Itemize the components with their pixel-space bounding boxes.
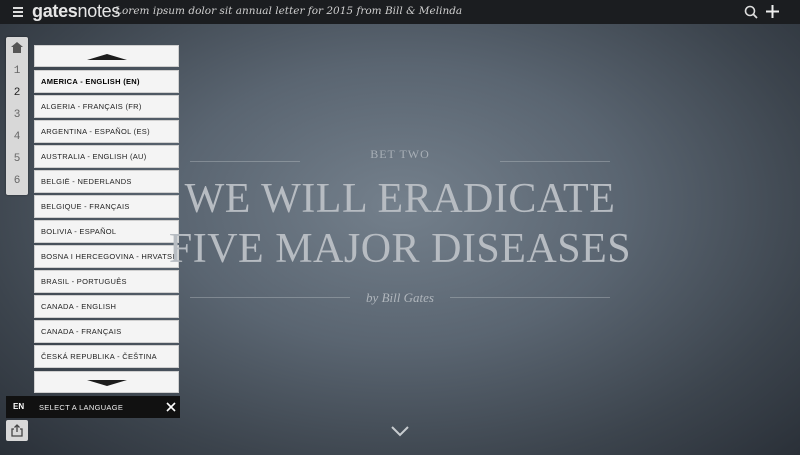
language-option[interactable]: CANADA - FRANÇAIS bbox=[34, 320, 179, 343]
language-option[interactable]: ČESKÁ REPUBLIKA - ČEŠTINA bbox=[34, 345, 179, 368]
headline-line: WE WILL ERADICATE bbox=[184, 176, 616, 222]
language-option[interactable]: AUSTRALIA - ENGLISH (AU) bbox=[34, 145, 179, 168]
language-selector-bar[interactable]: EN SELECT A LANGUAGE bbox=[6, 396, 180, 418]
language-option[interactable]: ARGENTINA - ESPAÑOL (ES) bbox=[34, 120, 179, 143]
language-option[interactable]: AMERICA - ENGLISH (EN) bbox=[34, 70, 179, 93]
rail-page-2[interactable]: 2 bbox=[6, 87, 28, 99]
home-icon[interactable] bbox=[11, 42, 23, 53]
author-byline: by Bill Gates bbox=[366, 290, 434, 305]
rail-page-4[interactable]: 4 bbox=[6, 131, 28, 143]
headline-line: FIVE MAJOR DISEASES bbox=[168, 226, 632, 272]
share-button[interactable] bbox=[6, 420, 28, 441]
language-scroll-down-button[interactable] bbox=[34, 371, 179, 393]
plus-icon[interactable] bbox=[765, 4, 780, 19]
chevron-down-icon[interactable] bbox=[391, 425, 409, 437]
section-eyebrow: BET TWO bbox=[370, 147, 430, 161]
share-icon bbox=[11, 424, 23, 437]
language-scroll-up-button[interactable] bbox=[34, 45, 179, 67]
rail-page-3[interactable]: 3 bbox=[6, 109, 28, 121]
divider-line bbox=[500, 161, 610, 162]
rail-page-6[interactable]: 6 bbox=[6, 175, 28, 187]
hamburger-menu-icon[interactable] bbox=[13, 7, 23, 17]
current-language-code: EN bbox=[13, 402, 25, 411]
language-option[interactable]: ALGERIA - FRANÇAIS (FR) bbox=[34, 95, 179, 118]
site-logo[interactable]: gatesnotes bbox=[32, 1, 120, 22]
language-option[interactable]: CANADA - ENGLISH bbox=[34, 295, 179, 318]
rail-page-1[interactable]: 1 bbox=[6, 65, 28, 77]
close-icon[interactable] bbox=[166, 402, 176, 412]
header-tagline: Lorem ipsum dolor sit annual letter for … bbox=[115, 5, 463, 17]
select-language-label: SELECT A LANGUAGE bbox=[39, 403, 124, 412]
divider-line bbox=[190, 161, 300, 162]
top-bar: gatesnotes Lorem ipsum dolor sit annual … bbox=[0, 0, 800, 24]
rail-page-5[interactable]: 5 bbox=[6, 153, 28, 165]
search-icon[interactable] bbox=[744, 5, 758, 19]
page-rail: 1 2 3 4 5 6 bbox=[6, 37, 28, 195]
hero-headline: WE WILL ERADICATE FIVE MAJOR DISEASES bbox=[140, 174, 660, 274]
